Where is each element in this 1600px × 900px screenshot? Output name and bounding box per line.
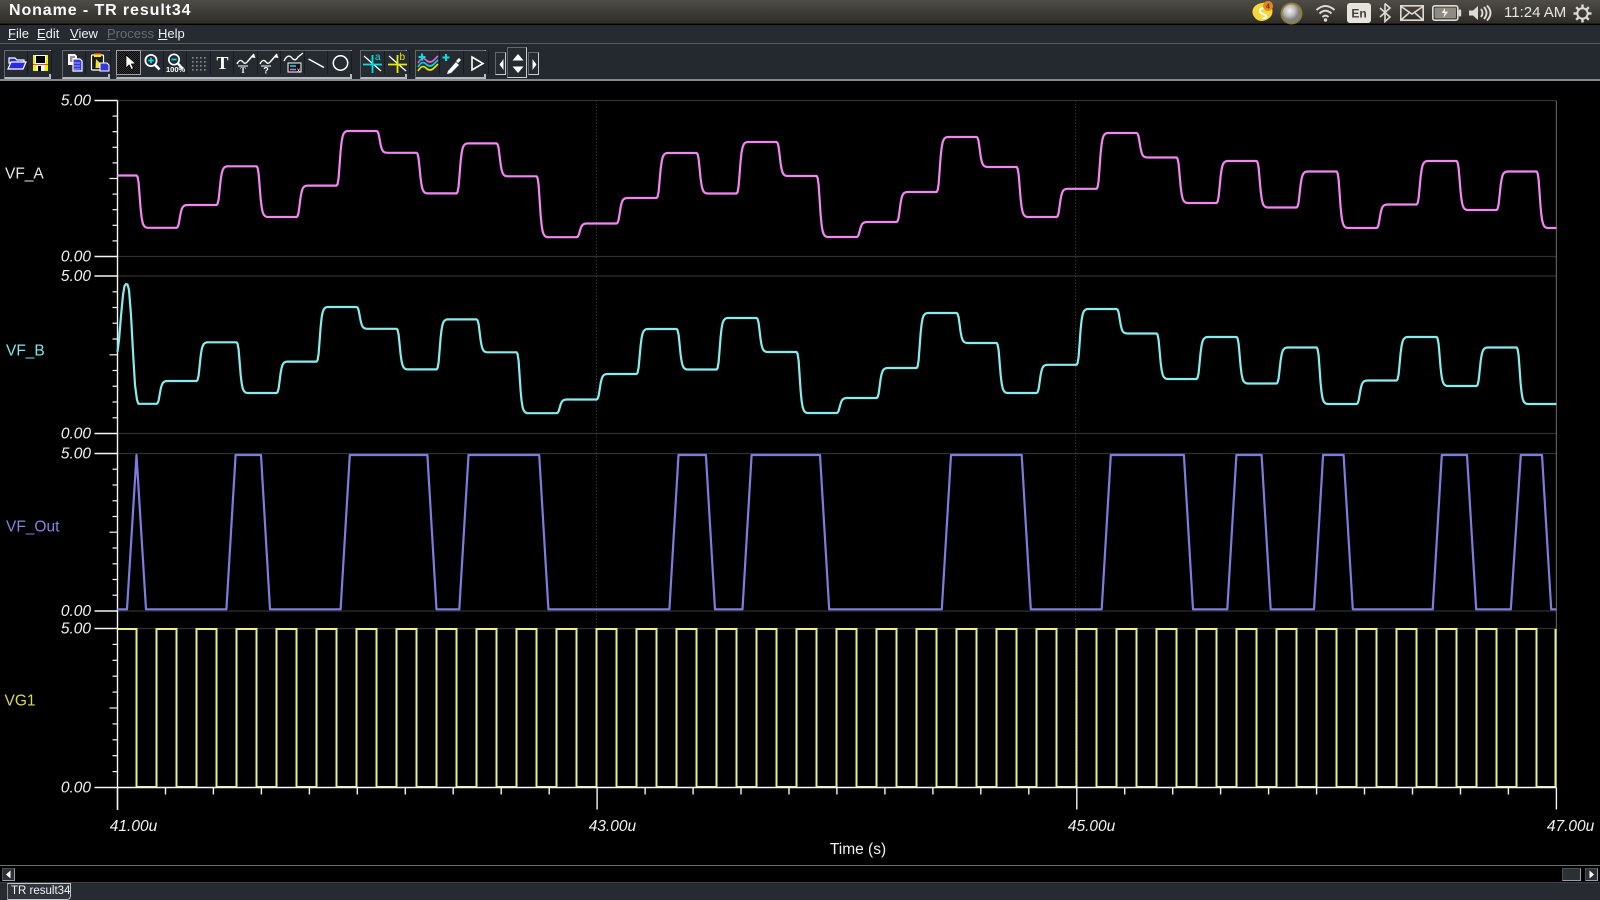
svg-text:0.00: 0.00: [61, 780, 92, 797]
svg-text:b: b: [399, 52, 405, 63]
svg-text:VF_Out: VF_Out: [6, 519, 60, 536]
svg-text:5.00: 5.00: [61, 268, 92, 285]
svg-text:4: 4: [1266, 4, 1270, 11]
svg-text:47.00u: 47.00u: [1547, 818, 1595, 835]
svg-text:100%: 100%: [166, 65, 186, 74]
svg-text:5.00: 5.00: [61, 446, 92, 463]
svg-text:0.00: 0.00: [61, 249, 92, 266]
svg-text:Time (s): Time (s): [830, 841, 886, 858]
svg-text:VF_B: VF_B: [6, 343, 45, 360]
svg-text:45.00u: 45.00u: [1068, 818, 1116, 835]
svg-text:T: T: [240, 66, 246, 75]
svg-text:VG1: VG1: [5, 693, 36, 710]
svg-text:0.00: 0.00: [61, 603, 92, 620]
svg-text:0.00: 0.00: [61, 426, 92, 443]
svg-text:41.00u: 41.00u: [110, 818, 158, 835]
svg-text:?: ?: [263, 66, 269, 76]
svg-text:VF_A: VF_A: [5, 166, 44, 183]
svg-text:5.00: 5.00: [61, 93, 92, 110]
svg-text:43.00u: 43.00u: [589, 818, 637, 835]
svg-text:T: T: [217, 53, 229, 73]
svg-text:En: En: [1351, 7, 1366, 21]
svg-text:a: a: [375, 52, 381, 63]
svg-text:5.00: 5.00: [61, 621, 92, 638]
